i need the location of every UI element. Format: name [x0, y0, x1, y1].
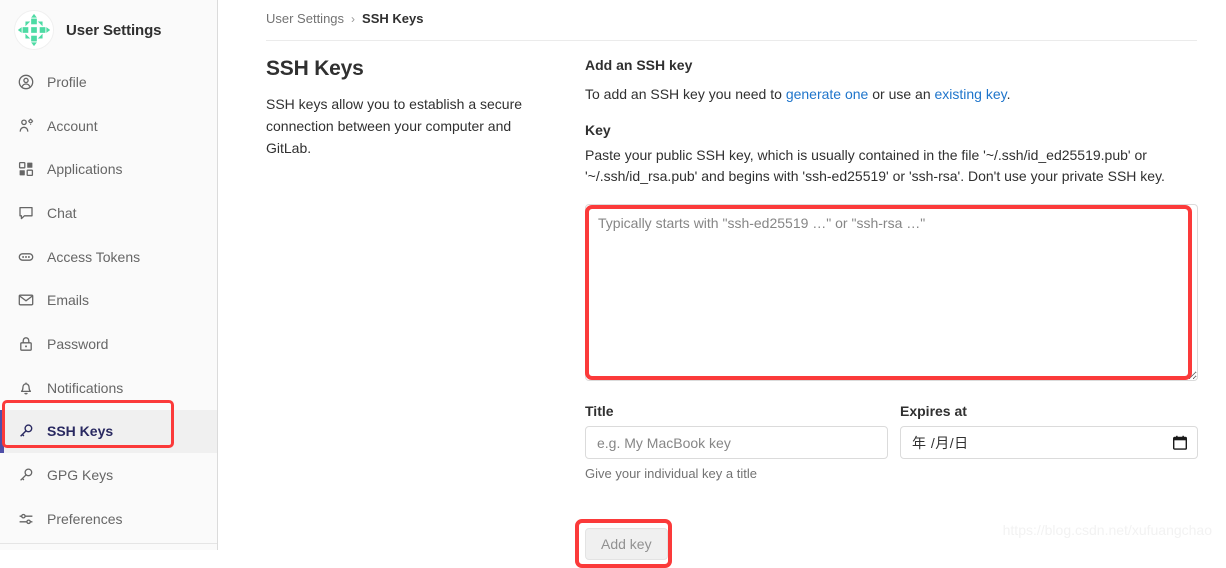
key-textarea-wrap — [585, 204, 1198, 381]
user-settings-sidebar: User Settings Profile Account Applicatio… — [0, 0, 218, 550]
envelope-icon — [18, 292, 34, 308]
sidebar-item-chat[interactable]: Chat — [0, 191, 217, 235]
page-description: SSH keys allow you to establish a secure… — [266, 96, 523, 156]
expires-field-label: Expires at — [900, 403, 967, 419]
calendar-icon[interactable] — [1172, 435, 1188, 450]
sidebar-item-profile[interactable]: Profile — [0, 60, 217, 104]
sidebar-item-label: Applications — [47, 161, 123, 178]
grid-apps-icon — [18, 161, 34, 177]
title-field-label: Title — [585, 403, 614, 419]
form-intro-suffix: . — [1006, 86, 1011, 102]
form-intro-prefix: To add an SSH key you need to — [585, 86, 786, 102]
key-textarea[interactable] — [585, 204, 1198, 381]
title-expires-row: Title Give your individual key a title E… — [585, 403, 1198, 481]
sliders-icon — [18, 511, 34, 527]
sidebar-item-label: Preferences — [47, 510, 123, 527]
sidebar-item-label: Access Tokens — [47, 248, 141, 265]
sidebar-item-label: Profile — [47, 73, 87, 90]
watermark-text: https://blog.csdn.net/xufuangchao — [1002, 522, 1212, 538]
token-pill-icon — [18, 249, 34, 265]
sidebar-item-label: Account — [47, 117, 98, 134]
add-key-button[interactable]: Add key — [585, 528, 668, 560]
key-field-label: Key — [585, 122, 611, 138]
title-field-help: Give your individual key a title — [585, 466, 757, 481]
title-field-group: Title Give your individual key a title — [585, 403, 888, 481]
user-gear-icon — [18, 118, 34, 134]
form-intro-middle: or use an — [868, 86, 935, 102]
title-input[interactable] — [585, 426, 888, 459]
sidebar-item-label: Notifications — [47, 379, 124, 396]
sidebar-item-emails[interactable]: Emails — [0, 278, 217, 322]
breadcrumb: User Settings › SSH Keys — [219, 0, 1226, 37]
sidebar-item-label: Emails — [47, 292, 90, 309]
section-description: SSH Keys SSH keys allow you to establish… — [266, 57, 528, 159]
form-heading: Add an SSH key — [585, 57, 693, 73]
form-intro: To add an SSH key you need to generate o… — [585, 84, 1198, 105]
breadcrumb-separator-icon: › — [351, 11, 356, 26]
sidebar-item-preferences[interactable]: Preferences — [0, 497, 217, 541]
submit-button-wrap: Add key — [575, 519, 672, 568]
gitlab-identicon-avatar — [14, 10, 54, 50]
generate-one-link[interactable]: generate one — [786, 86, 869, 102]
sidebar-collapse-button[interactable]: Collapse sidebar — [0, 544, 217, 550]
breadcrumb-root[interactable]: User Settings — [266, 11, 344, 26]
user-circle-icon — [18, 74, 34, 90]
sidebar-item-ssh-keys[interactable]: SSH Keys — [0, 409, 217, 454]
sidebar-title: User Settings — [66, 21, 162, 39]
sidebar-item-label: GPG Keys — [47, 467, 114, 484]
sidebar-item-label: Password — [47, 335, 109, 352]
sidebar-item-password[interactable]: Password — [0, 322, 217, 366]
bell-icon — [18, 380, 34, 396]
expires-date-placeholder: 年 /月/日 — [912, 434, 969, 451]
key-icon — [18, 467, 34, 483]
comment-icon — [18, 205, 34, 221]
key-icon — [18, 423, 34, 439]
sidebar-nav: Profile Account Applications Chat Access… — [0, 60, 217, 550]
sidebar-item-account[interactable]: Account — [0, 104, 217, 148]
breadcrumb-current: SSH Keys — [362, 11, 424, 26]
key-field-help: Paste your public SSH key, which is usua… — [585, 147, 1165, 184]
add-ssh-key-form: Add an SSH key To add an SSH key you nee… — [575, 57, 1198, 568]
lock-icon — [18, 336, 34, 352]
sidebar-item-label: Chat — [47, 204, 77, 221]
sidebar-item-access-tokens[interactable]: Access Tokens — [0, 235, 217, 279]
page-title: SSH Keys — [266, 57, 364, 80]
sidebar-item-gpg-keys[interactable]: GPG Keys — [0, 453, 217, 497]
expires-date-input[interactable]: 年 /月/日 — [900, 426, 1198, 459]
sidebar-header: User Settings — [0, 0, 217, 60]
expires-field-group: Expires at 年 /月/日 — [900, 403, 1198, 481]
sidebar-item-label: SSH Keys — [47, 423, 114, 440]
main-content: User Settings › SSH Keys SSH Keys SSH ke… — [219, 0, 1226, 568]
existing-key-link[interactable]: existing key — [935, 86, 1007, 102]
sidebar-item-notifications[interactable]: Notifications — [0, 366, 217, 410]
sidebar-item-applications[interactable]: Applications — [0, 147, 217, 191]
